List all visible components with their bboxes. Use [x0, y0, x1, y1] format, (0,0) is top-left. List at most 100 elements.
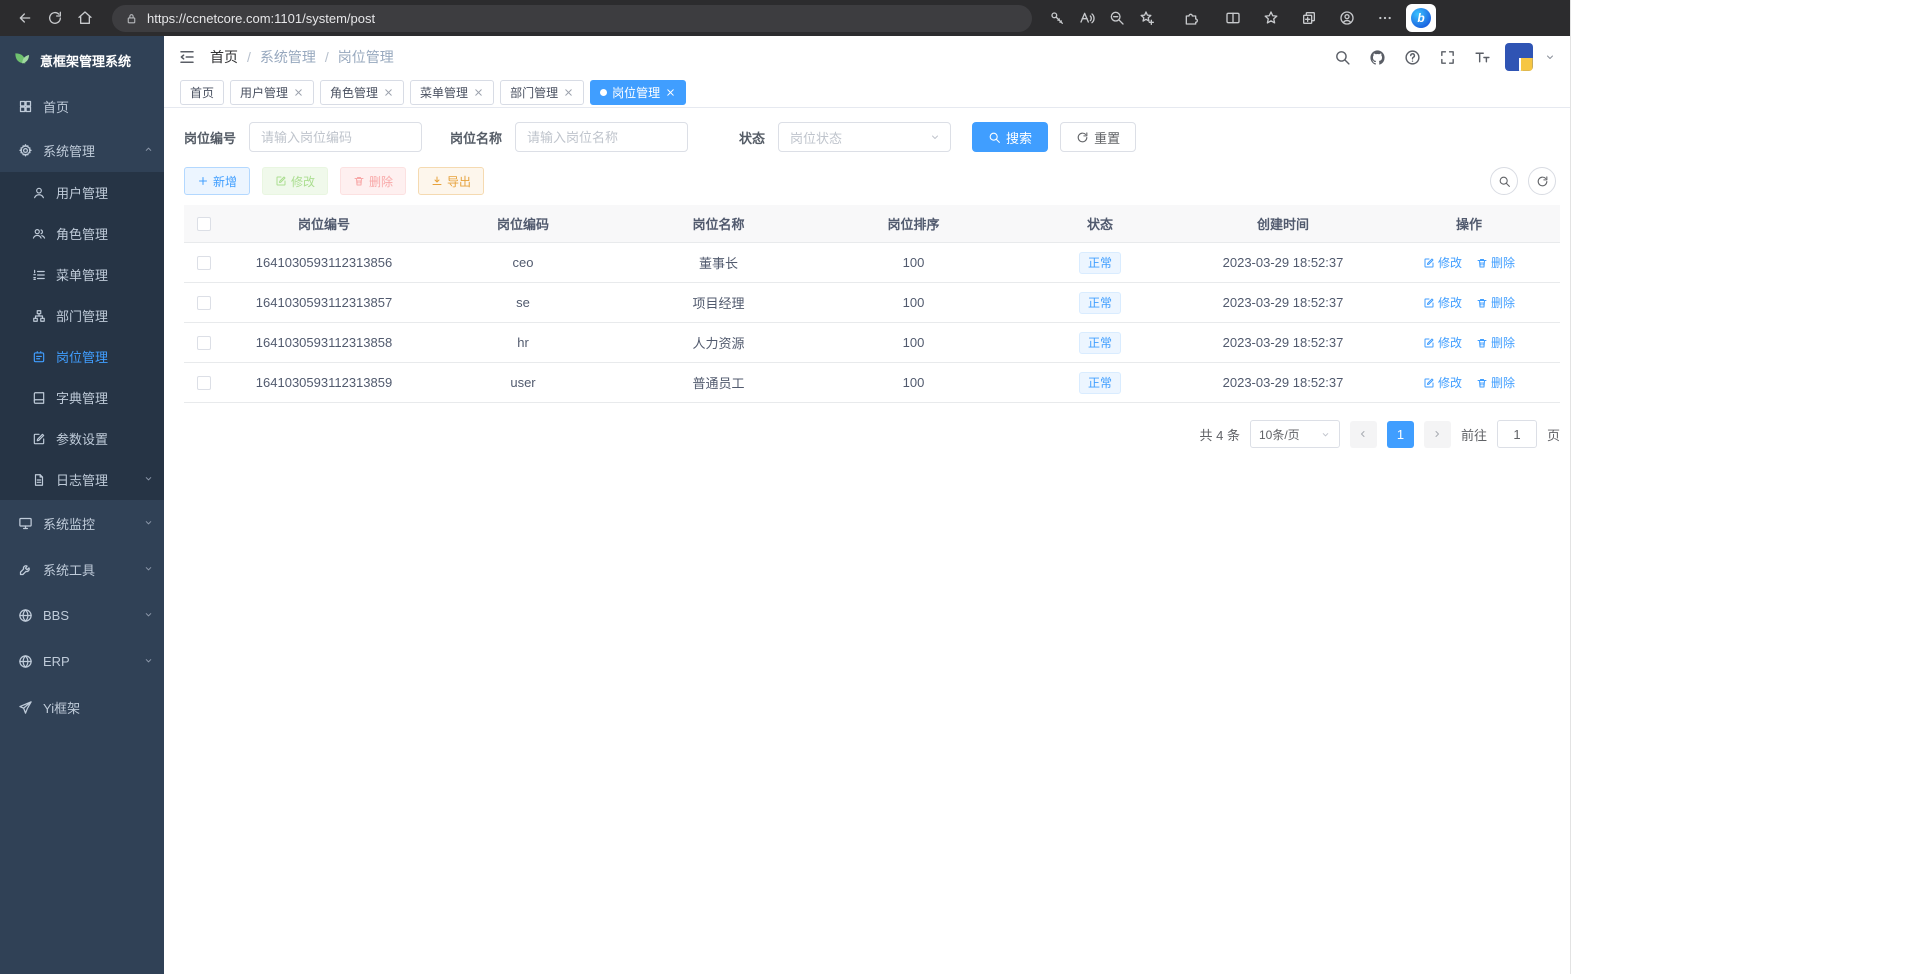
close-icon[interactable] [563, 87, 574, 98]
monitor-icon [18, 516, 33, 531]
fullscreen-button[interactable] [1435, 45, 1459, 69]
document-icon [32, 473, 46, 487]
delete-button[interactable]: 删除 [340, 167, 406, 195]
close-icon[interactable] [665, 87, 676, 98]
sidebar-item-bbs[interactable]: BBS [0, 592, 164, 638]
show-search-button[interactable] [1490, 167, 1518, 195]
sidebar-item-param-settings[interactable]: 参数设置 [0, 418, 164, 459]
trash-icon [1476, 257, 1488, 269]
row-checkbox[interactable] [197, 376, 211, 390]
system-submenu: 用户管理 角色管理 菜单管理 部门管理 岗位管理 [0, 172, 164, 500]
favorites-button[interactable] [1256, 4, 1286, 32]
add-favorite-button[interactable] [1132, 4, 1162, 32]
github-button[interactable] [1365, 45, 1389, 69]
breadcrumb: 首页 / 系统管理 / 岗位管理 [210, 47, 394, 67]
back-button[interactable] [10, 4, 40, 32]
row-delete-link[interactable]: 删除 [1476, 334, 1515, 351]
split-screen-button[interactable] [1218, 4, 1248, 32]
bing-icon: b [1411, 8, 1431, 28]
prev-page-button[interactable] [1350, 421, 1377, 448]
search-icon [988, 131, 1001, 144]
next-page-button[interactable] [1424, 421, 1451, 448]
column-header-status: 状态 [1012, 214, 1188, 233]
list-icon [32, 268, 46, 282]
sidebar-item-home[interactable]: 首页 [0, 84, 164, 128]
help-button[interactable] [1400, 45, 1424, 69]
close-icon[interactable] [383, 87, 394, 98]
user-icon [32, 186, 46, 200]
sidebar-item-log-mgmt[interactable]: 日志管理 [0, 459, 164, 500]
sidebar-item-yi-framework[interactable]: Yi框架 [0, 684, 164, 730]
sidebar-item-menu-mgmt[interactable]: 菜单管理 [0, 254, 164, 295]
sidebar-item-erp[interactable]: ERP [0, 638, 164, 684]
row-edit-link[interactable]: 修改 [1423, 334, 1462, 351]
add-button[interactable]: 新增 [184, 167, 250, 195]
reset-button[interactable]: 重置 [1060, 122, 1136, 152]
status-label: 状态 [739, 128, 765, 147]
profile-button[interactable] [1332, 4, 1362, 32]
chevron-down-icon [929, 131, 941, 143]
refresh-button[interactable] [40, 4, 70, 32]
refresh-table-button[interactable] [1528, 167, 1556, 195]
edit-button[interactable]: 修改 [262, 167, 328, 195]
user-avatar[interactable] [1505, 43, 1533, 71]
close-icon[interactable] [293, 87, 304, 98]
page-unit-label: 页 [1547, 425, 1560, 444]
goto-page-input[interactable] [1497, 420, 1537, 448]
browser-menu-button[interactable] [1370, 4, 1400, 32]
row-checkbox[interactable] [197, 296, 211, 310]
post-id-input[interactable] [249, 122, 422, 152]
breadcrumb-system[interactable]: 系统管理 [260, 47, 316, 67]
zoom-out-button[interactable] [1102, 4, 1132, 32]
row-checkbox[interactable] [197, 336, 211, 350]
collapse-sidebar-button[interactable] [178, 48, 196, 66]
page-1-button[interactable]: 1 [1387, 421, 1414, 448]
sidebar-item-post-mgmt[interactable]: 岗位管理 [0, 336, 164, 377]
sidebar-item-system[interactable]: 系统管理 [0, 128, 164, 172]
search-button[interactable]: 搜索 [972, 122, 1048, 152]
edit-icon [1423, 297, 1435, 309]
row-delete-link[interactable]: 删除 [1476, 374, 1515, 391]
row-edit-link[interactable]: 修改 [1423, 374, 1462, 391]
row-delete-link[interactable]: 删除 [1476, 294, 1515, 311]
copilot-button[interactable]: b [1406, 4, 1436, 32]
sidebar-item-dict-mgmt[interactable]: 字典管理 [0, 377, 164, 418]
read-aloud-button[interactable] [1072, 4, 1102, 32]
header-search-button[interactable] [1330, 45, 1354, 69]
sidebar-item-tools[interactable]: 系统工具 [0, 546, 164, 592]
sidebar-item-dept-mgmt[interactable]: 部门管理 [0, 295, 164, 336]
globe-icon [18, 608, 33, 623]
user-menu-caret-icon[interactable] [1544, 51, 1556, 63]
font-size-button[interactable] [1470, 45, 1494, 69]
select-all-checkbox[interactable] [197, 217, 211, 231]
tab-home[interactable]: 首页 [180, 80, 224, 105]
tab-user-mgmt[interactable]: 用户管理 [230, 80, 314, 105]
password-key-button[interactable] [1042, 4, 1072, 32]
page-size-select[interactable]: 10条/页 [1250, 420, 1340, 448]
tab-post-mgmt[interactable]: 岗位管理 [590, 80, 686, 105]
breadcrumb-home[interactable]: 首页 [210, 47, 238, 67]
collections-button[interactable] [1294, 4, 1324, 32]
edit-icon [1423, 257, 1435, 269]
post-name-input[interactable] [515, 122, 688, 152]
book-icon [32, 391, 46, 405]
table-row: 1641030593112313857 se 项目经理 100 正常 2023-… [184, 283, 1560, 323]
tab-dept-mgmt[interactable]: 部门管理 [500, 80, 584, 105]
sidebar-item-role-mgmt[interactable]: 角色管理 [0, 213, 164, 254]
tab-menu-mgmt[interactable]: 菜单管理 [410, 80, 494, 105]
browser-window: https://ccnetcore.com:1101/system/post b… [0, 0, 1570, 974]
tab-role-mgmt[interactable]: 角色管理 [320, 80, 404, 105]
sidebar-item-monitor[interactable]: 系统监控 [0, 500, 164, 546]
row-edit-link[interactable]: 修改 [1423, 254, 1462, 271]
sidebar-item-user-mgmt[interactable]: 用户管理 [0, 172, 164, 213]
url-text: https://ccnetcore.com:1101/system/post [147, 11, 375, 26]
row-edit-link[interactable]: 修改 [1423, 294, 1462, 311]
row-delete-link[interactable]: 删除 [1476, 254, 1515, 271]
close-icon[interactable] [473, 87, 484, 98]
extensions-button[interactable] [1176, 4, 1206, 32]
row-checkbox[interactable] [197, 256, 211, 270]
status-select[interactable]: 岗位状态 [778, 122, 951, 152]
browser-home-button[interactable] [70, 4, 100, 32]
export-button[interactable]: 导出 [418, 167, 484, 195]
address-bar[interactable]: https://ccnetcore.com:1101/system/post [112, 5, 1032, 32]
